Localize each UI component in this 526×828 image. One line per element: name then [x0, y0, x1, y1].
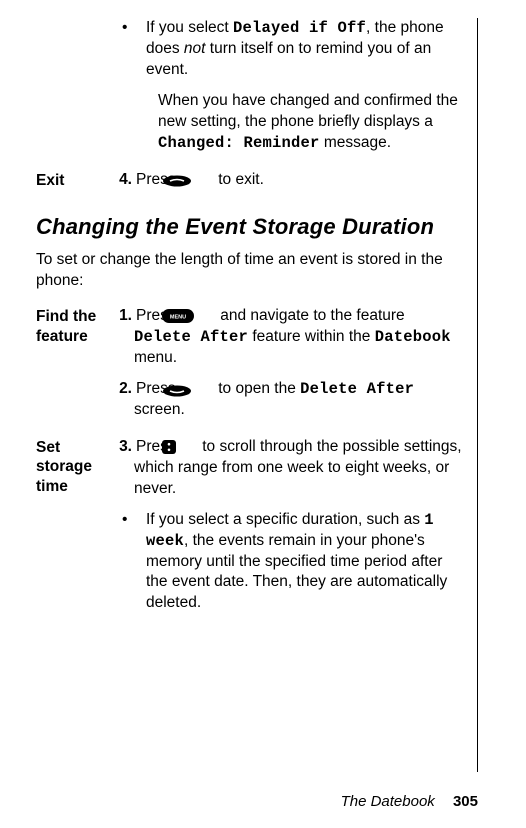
step-3: 3.Press to scroll through the possible s…	[114, 437, 465, 500]
intro-text: To set or change the length of time an e…	[36, 250, 465, 292]
step-2-post: screen.	[134, 401, 185, 418]
delayed-if-off-code: Delayed if Off	[233, 19, 366, 37]
top-bullet: •If you select Delayed if Off, the phone…	[114, 18, 465, 81]
step-2-number: 2.	[114, 379, 132, 400]
top-bullet-ital: not	[184, 40, 210, 57]
step-1-post: menu.	[134, 349, 177, 366]
storage-bullet: •If you select a specific duration, such…	[114, 510, 465, 615]
sub-pre: When you have changed and confirmed the …	[158, 92, 458, 130]
changed-reminder-code: Changed: Reminder	[158, 134, 320, 152]
step-4-post: to exit.	[214, 171, 264, 188]
section-title: Changing the Event Storage Duration	[36, 214, 465, 240]
delete-after-code-1: Delete After	[134, 328, 248, 346]
step-3-number: 3.	[114, 437, 132, 458]
exit-label: Exit	[36, 170, 114, 190]
end-key-icon	[182, 173, 212, 185]
scroll-key-icon	[182, 440, 196, 454]
storage-bullet-post: , the events remain in your phone's memo…	[146, 532, 447, 612]
step-1: 1.Press MENU and navigate to the feature…	[114, 306, 465, 369]
storage-row: Set storage time 3.Press to scroll throu…	[36, 437, 465, 624]
storage-bullet-pre: If you select a specific duration, such …	[146, 511, 424, 528]
step-1-mid1: and navigate to the feature	[216, 307, 405, 324]
step-4: 4.Press to exit.	[114, 170, 465, 191]
step-1-mid2: feature within the	[248, 328, 375, 345]
step-1-number: 1.	[114, 306, 132, 327]
exit-row: Exit 4.Press to exit.	[36, 170, 465, 201]
find-feature-label: Find the feature	[36, 306, 114, 346]
page-content: •If you select Delayed if Off, the phone…	[36, 18, 478, 772]
step-4-number: 4.	[114, 170, 132, 191]
step-2-mid: to open the	[214, 380, 300, 397]
storage-label: Set storage time	[36, 437, 114, 496]
menu-key-icon: MENU	[182, 309, 214, 323]
footer-page-number: 305	[453, 793, 478, 810]
page-footer: The Datebook 305	[341, 793, 478, 810]
select-key-icon	[182, 383, 212, 395]
svg-text:MENU: MENU	[170, 315, 186, 321]
footer-section-title: The Datebook	[341, 793, 435, 810]
find-feature-row: Find the feature 1.Press MENU and naviga…	[36, 306, 465, 431]
step-2: 2.Press to open the Delete After screen.	[114, 379, 465, 421]
top-continuation-row: •If you select Delayed if Off, the phone…	[36, 18, 465, 164]
top-bullet-text-pre: If you select	[146, 19, 233, 36]
sub-post: message.	[320, 134, 392, 151]
delete-after-code-2: Delete After	[300, 380, 414, 398]
datebook-code: Datebook	[375, 328, 451, 346]
top-sub-paragraph: When you have changed and confirmed the …	[114, 91, 465, 154]
